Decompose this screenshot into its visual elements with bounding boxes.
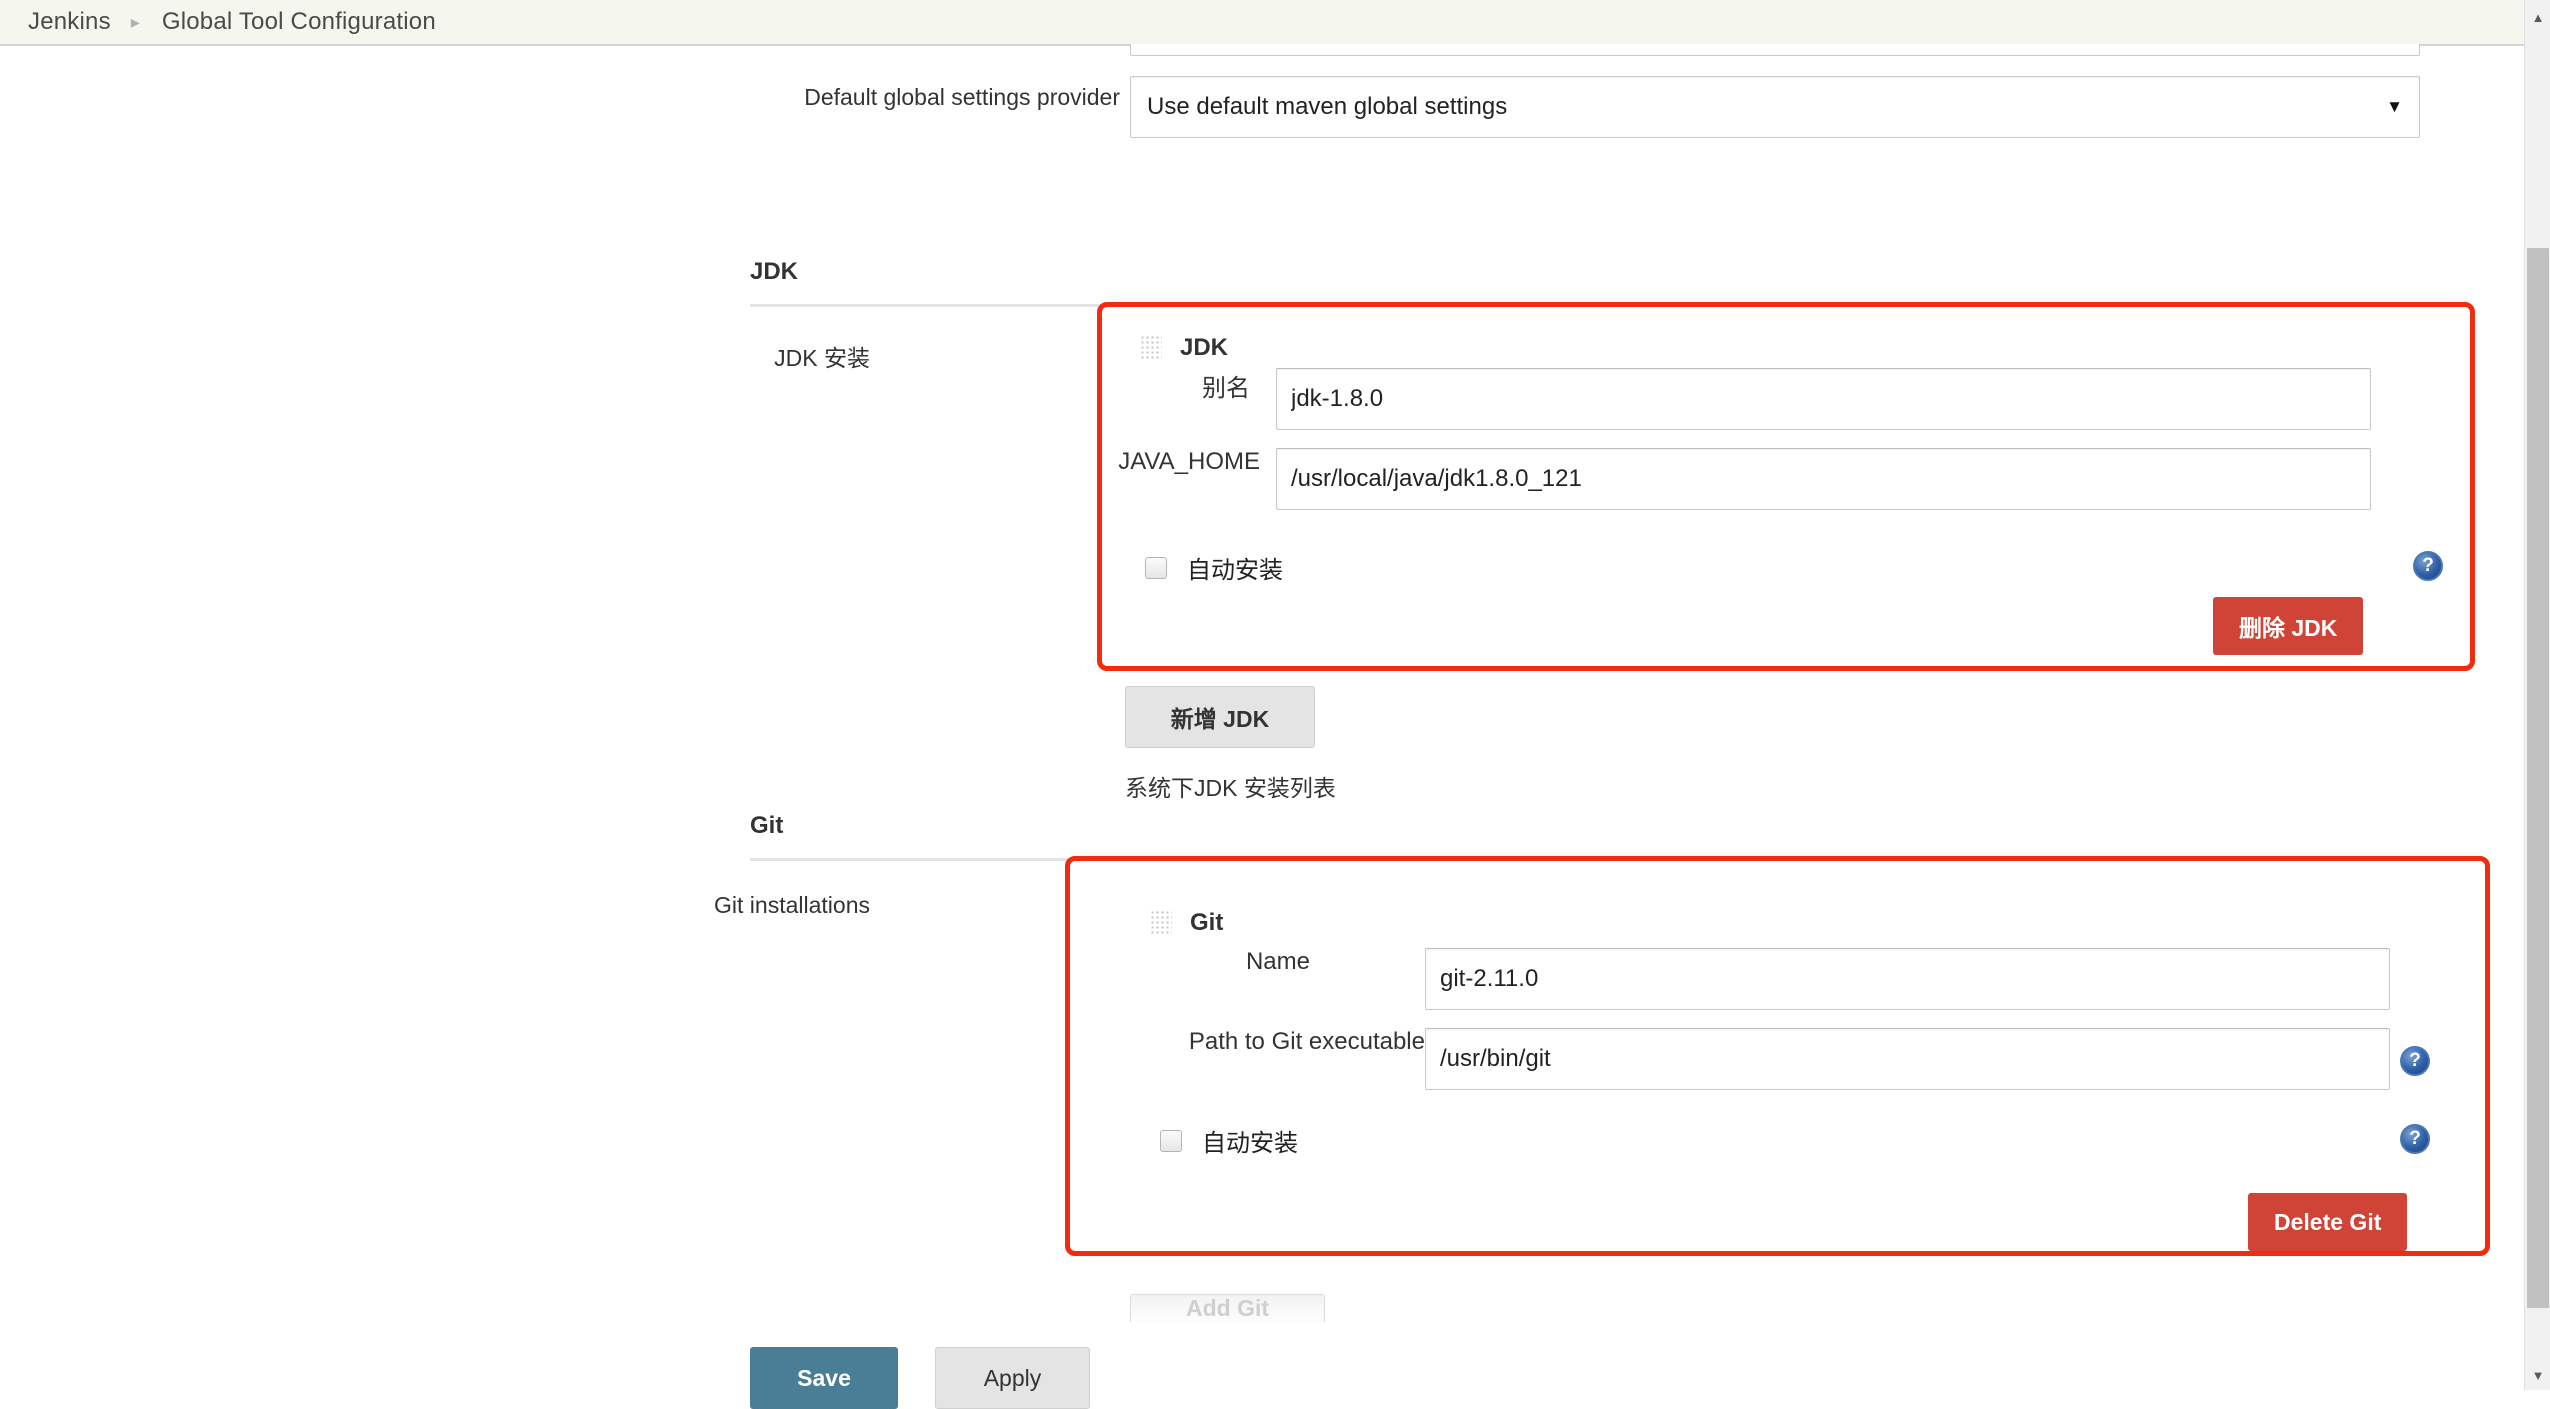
jdk-java-home-input[interactable] — [1276, 448, 2371, 510]
scroll-up-arrow-icon[interactable]: ▲ — [2525, 4, 2550, 30]
config-page: Default global settings provider Use def… — [0, 44, 2524, 1409]
git-entry-title: Git — [1190, 909, 1224, 936]
jdk-auto-install-help-icon[interactable]: ? — [2413, 551, 2443, 581]
chevron-down-icon: ▼ — [2386, 97, 2403, 116]
git-entry-header: Git — [1150, 909, 1223, 937]
jdk-auto-install-row: 自动安装 — [1145, 550, 1283, 585]
delete-git-button[interactable]: Delete Git — [2248, 1193, 2408, 1251]
row-default-global-settings-provider: Default global settings provider Use def… — [0, 76, 2450, 138]
git-auto-install-row: 自动安装 — [1160, 1123, 1298, 1158]
scrollbar-thumb[interactable] — [2527, 248, 2549, 1308]
add-git-button[interactable]: Add Git — [1130, 1294, 1325, 1322]
git-auto-install-checkbox[interactable] — [1160, 1129, 1182, 1152]
drag-handle-icon[interactable] — [1150, 910, 1172, 936]
row-jdk-alias: 别名 — [1100, 368, 2470, 430]
scroll-down-arrow-icon[interactable]: ▼ — [2525, 1362, 2550, 1388]
jdk-alias-input[interactable] — [1276, 368, 2371, 430]
jdk-entry-header: JDK — [1140, 334, 1228, 362]
section-heading-git: Git — [750, 812, 784, 839]
default-global-settings-provider-select[interactable]: Use default maven global settings ▼ — [1130, 76, 2420, 138]
breadcrumb: Jenkins ▸ Global Tool Configuration — [0, 0, 2524, 46]
git-path-label: Path to Git executable — [1188, 1028, 1425, 1055]
partial-input-above — [1130, 44, 2420, 56]
jdk-installations-hint: 系统下JDK 安装列表 — [1125, 775, 1336, 801]
jdk-java-home-label: JAVA_HOME — [1118, 448, 1260, 475]
save-button[interactable]: Save — [750, 1347, 898, 1409]
default-global-settings-provider-value: Use default maven global settings — [1147, 93, 1508, 120]
jdk-auto-install-checkbox[interactable] — [1145, 556, 1167, 579]
row-jdk-java-home: JAVA_HOME — [1100, 448, 2470, 510]
jdk-entry-title: JDK — [1180, 334, 1229, 361]
add-jdk-button[interactable]: 新增 JDK — [1125, 686, 1315, 748]
section-heading-jdk: JDK — [750, 258, 799, 285]
git-installations-label: Git installations — [714, 892, 870, 918]
row-git-name: Name — [1150, 948, 2490, 1010]
breadcrumb-root[interactable]: Jenkins — [28, 8, 111, 36]
jdk-installations-label: JDK 安装 — [774, 345, 870, 371]
git-name-label: Name — [1245, 948, 1310, 975]
breadcrumb-current[interactable]: Global Tool Configuration — [162, 8, 436, 36]
git-path-help-icon[interactable]: ? — [2400, 1046, 2430, 1076]
git-auto-install-label: 自动安装 — [1202, 1130, 1298, 1157]
delete-jdk-button[interactable]: 删除 JDK — [2213, 597, 2364, 655]
default-global-settings-provider-label: Default global settings provider — [804, 84, 1120, 110]
breadcrumb-separator-icon: ▸ — [130, 11, 140, 32]
git-name-input[interactable] — [1425, 948, 2390, 1010]
jdk-alias-label: 别名 — [1202, 375, 1250, 402]
git-auto-install-help-icon[interactable]: ? — [2400, 1124, 2430, 1154]
row-git-path: Path to Git executable — [1150, 1028, 2490, 1090]
git-path-input[interactable] — [1425, 1028, 2390, 1090]
drag-handle-icon[interactable] — [1140, 335, 1162, 361]
jdk-auto-install-label: 自动安装 — [1187, 557, 1283, 584]
vertical-scrollbar[interactable]: ▲ ▼ — [2524, 0, 2550, 1390]
apply-button[interactable]: Apply — [935, 1347, 1090, 1409]
